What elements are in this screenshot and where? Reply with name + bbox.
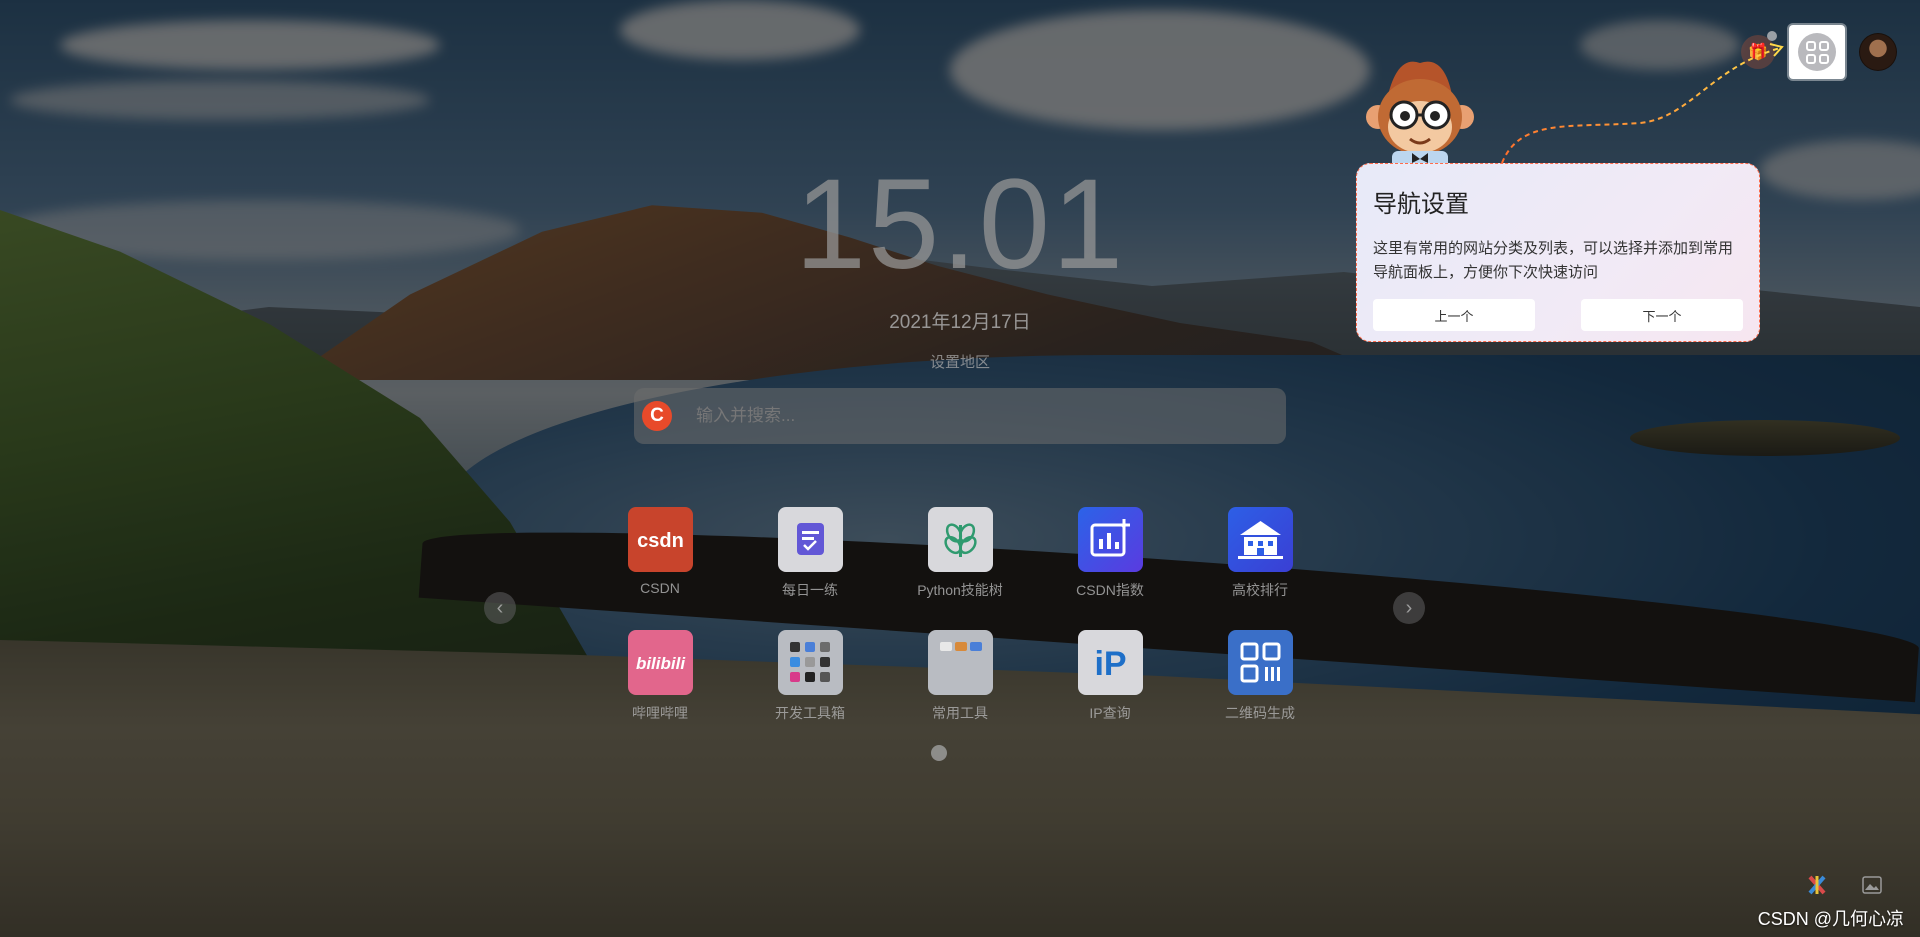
daily-practice-icon (777, 507, 843, 572)
avatar[interactable] (1859, 33, 1897, 71)
guide-button-row: 上一个 下一个 (1373, 299, 1743, 331)
app-label: 二维码生成 (1225, 705, 1295, 721)
ip-lookup-icon: iP (1077, 630, 1143, 695)
navigation-guide-popup: 导航设置 这里有常用的网站分类及列表，可以选择并添加到常用导航面板上，方便你下次… (1356, 163, 1760, 342)
app-qr-code[interactable]: 二维码生成 (1200, 630, 1320, 723)
bilibili-logo-text: bilibili (635, 654, 685, 673)
search-input[interactable] (696, 406, 1286, 426)
csdn-logo-icon: csdn (627, 507, 693, 572)
app-csdn[interactable]: csdn CSDN (600, 507, 720, 600)
app-label: 每日一练 (782, 582, 838, 598)
ip-logo-text: iP (1094, 645, 1126, 683)
mascot-monkey-icon (1366, 61, 1474, 173)
app-label: CSDN指数 (1076, 582, 1144, 598)
bilibili-icon: bilibili (627, 630, 693, 695)
search-bar: C (634, 388, 1286, 444)
app-row: csdn CSDN 每日一练 Python技能树 CSDN指数 高校排行 (600, 507, 1320, 600)
app-label: 哔哩哔哩 (632, 705, 688, 721)
apps-grid-icon (1798, 33, 1836, 71)
wallpaper-icon[interactable] (1862, 876, 1882, 894)
svg-text:csdn: csdn (637, 530, 684, 552)
set-region-link[interactable]: 设置地区 (0, 351, 1920, 372)
search-engine-icon[interactable]: C (642, 401, 672, 431)
page-indicator-dot[interactable] (931, 745, 947, 761)
app-grid: csdn CSDN 每日一练 Python技能树 CSDN指数 高校排行 bil… (600, 507, 1320, 723)
app-bilibili[interactable]: bilibili 哔哩哔哩 (600, 630, 720, 723)
bottom-right-toolbar (1806, 874, 1882, 896)
guide-description: 这里有常用的网站分类及列表，可以选择并添加到常用导航面板上，方便你下次快速访问 (1373, 240, 1734, 281)
app-label: 开发工具箱 (775, 705, 845, 721)
app-label: CSDN (640, 580, 680, 596)
app-python-skill-tree[interactable]: Python技能树 (900, 507, 1020, 600)
guide-prev-button[interactable]: 上一个 (1373, 299, 1535, 331)
app-label: 常用工具 (932, 705, 988, 721)
app-label: Python技能树 (917, 582, 1003, 598)
app-dev-toolbox[interactable]: 开发工具箱 (750, 630, 870, 723)
skill-tree-icon (927, 507, 993, 572)
guide-title: 导航设置 (1373, 191, 1469, 218)
university-ranking-icon (1227, 507, 1293, 572)
prev-page-button[interactable]: ‹ (484, 592, 516, 624)
app-ip-lookup[interactable]: iP IP查询 (1050, 630, 1170, 723)
common-tools-icon (927, 630, 993, 695)
next-page-button[interactable]: › (1393, 592, 1425, 624)
guide-next-button[interactable]: 下一个 (1581, 299, 1743, 331)
csdn-index-icon (1077, 507, 1143, 572)
watermark: CSDN @几何心凉 (1757, 909, 1904, 929)
app-label: IP查询 (1089, 705, 1131, 721)
app-common-tools[interactable]: 常用工具 (900, 630, 1020, 723)
navigation-settings-button[interactable] (1789, 25, 1845, 79)
qr-code-icon (1227, 630, 1293, 695)
app-row: bilibili 哔哩哔哩 开发工具箱 常用工具 iP IP查询 二维码生成 (600, 630, 1320, 723)
dev-toolbox-icon (777, 630, 843, 695)
app-csdn-index[interactable]: CSDN指数 (1050, 507, 1170, 600)
app-daily-practice[interactable]: 每日一练 (750, 507, 870, 600)
browser-logo-icon[interactable] (1806, 874, 1828, 896)
guide-arrow (1501, 43, 1784, 164)
app-university-ranking[interactable]: 高校排行 (1200, 507, 1320, 600)
app-label: 高校排行 (1232, 582, 1288, 598)
